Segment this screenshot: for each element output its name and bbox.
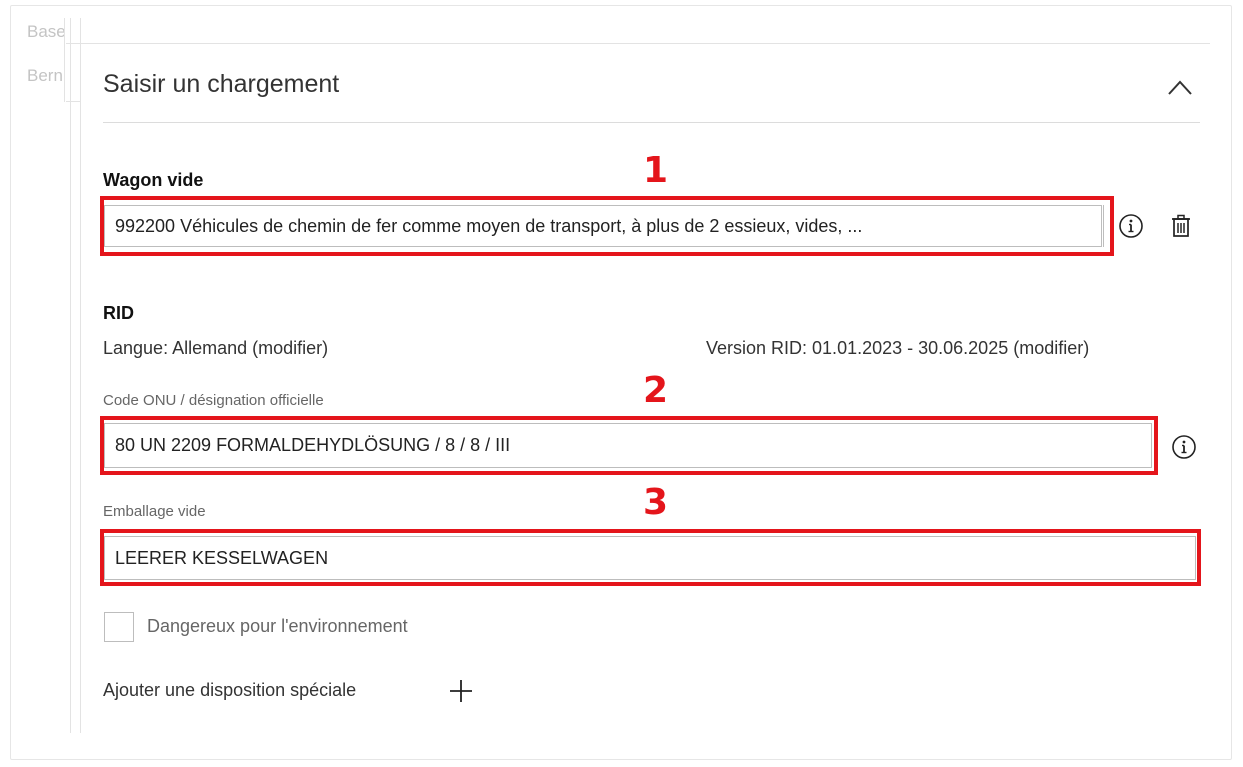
- annotation-number-2: 2: [643, 370, 669, 411]
- chevron-up-icon[interactable]: [1167, 78, 1193, 96]
- rid-version[interactable]: Version RID: 01.01.2023 - 30.06.2025 (mo…: [706, 338, 1089, 359]
- panel-left-border: [80, 18, 81, 733]
- plus-icon[interactable]: [448, 678, 474, 704]
- environment-checkbox[interactable]: [104, 612, 134, 642]
- background-divider: [64, 18, 65, 102]
- annotation-box-2: [100, 416, 1158, 475]
- background-text-bern: Bern: [27, 66, 63, 85]
- background-divider: [66, 43, 80, 44]
- annotation-box-1: [100, 196, 1114, 256]
- add-special-disposition-label[interactable]: Ajouter une disposition spéciale: [103, 680, 356, 701]
- trash-icon[interactable]: [1170, 214, 1192, 238]
- panel-card: [10, 5, 1232, 760]
- rid-label: RID: [103, 303, 134, 323]
- rid-language[interactable]: Langue: Allemand (modifier): [103, 338, 328, 359]
- annotation-number-3: 3: [643, 482, 669, 523]
- panel-top-border: [80, 43, 1210, 44]
- info-icon[interactable]: [1171, 434, 1197, 460]
- emballage-label: Emballage vide: [103, 503, 206, 520]
- background-text-base: Base: [27, 22, 65, 41]
- background-divider: [66, 101, 80, 102]
- wagon-label: Wagon vide: [103, 170, 204, 190]
- panel-left-border: [70, 18, 71, 733]
- info-icon[interactable]: [1118, 213, 1144, 239]
- annotation-number-1: 1: [643, 150, 669, 191]
- environment-checkbox-label[interactable]: Dangereux pour l'environnement: [147, 616, 408, 637]
- header-divider: [103, 122, 1200, 123]
- annotation-box-3: [100, 529, 1201, 586]
- onu-label: Code ONU / désignation officielle: [103, 392, 324, 409]
- panel-title: Saisir un chargement: [103, 70, 340, 98]
